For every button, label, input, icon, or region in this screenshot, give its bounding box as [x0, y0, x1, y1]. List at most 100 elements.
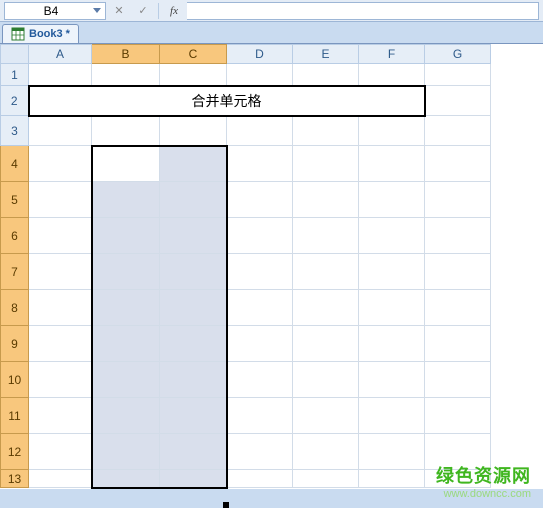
row-header-6[interactable]: 6: [1, 218, 29, 254]
cell-D12[interactable]: [227, 434, 293, 470]
cell-D9[interactable]: [227, 326, 293, 362]
cell-A13[interactable]: [29, 470, 92, 488]
cell-A10[interactable]: [29, 362, 92, 398]
row-header-7[interactable]: 7: [1, 254, 29, 290]
cell-B8[interactable]: [92, 290, 160, 326]
cell-D10[interactable]: [227, 362, 293, 398]
column-header-G[interactable]: G: [425, 45, 491, 64]
fill-handle[interactable]: [223, 502, 229, 508]
cell-C9[interactable]: [160, 326, 227, 362]
cell-G7[interactable]: [425, 254, 491, 290]
cell-A6[interactable]: [29, 218, 92, 254]
spreadsheet-grid[interactable]: ABCDEFG12合并单元格345678910111213: [0, 44, 543, 489]
cell-E6[interactable]: [293, 218, 359, 254]
name-box[interactable]: B4: [4, 2, 106, 20]
cell-F10[interactable]: [359, 362, 425, 398]
row-header-11[interactable]: 11: [1, 398, 29, 434]
cell-C1[interactable]: [160, 64, 227, 86]
cell-C8[interactable]: [160, 290, 227, 326]
cell-B7[interactable]: [92, 254, 160, 290]
cell-F1[interactable]: [359, 64, 425, 86]
cell-B13[interactable]: [92, 470, 160, 488]
cell-C3[interactable]: [160, 116, 227, 146]
column-header-F[interactable]: F: [359, 45, 425, 64]
cell-F5[interactable]: [359, 182, 425, 218]
cell-A12[interactable]: [29, 434, 92, 470]
cell-E4[interactable]: [293, 146, 359, 182]
cell-D13[interactable]: [227, 470, 293, 488]
cell-C5[interactable]: [160, 182, 227, 218]
cell-D8[interactable]: [227, 290, 293, 326]
cell-C12[interactable]: [160, 434, 227, 470]
cell-A3[interactable]: [29, 116, 92, 146]
cell-C11[interactable]: [160, 398, 227, 434]
row-header-3[interactable]: 3: [1, 116, 29, 146]
cell-C10[interactable]: [160, 362, 227, 398]
cell-D3[interactable]: [227, 116, 293, 146]
cell-C13[interactable]: [160, 470, 227, 488]
cell-G10[interactable]: [425, 362, 491, 398]
cell-D7[interactable]: [227, 254, 293, 290]
cell-D4[interactable]: [227, 146, 293, 182]
cell-F6[interactable]: [359, 218, 425, 254]
cell-F9[interactable]: [359, 326, 425, 362]
cell-G12[interactable]: [425, 434, 491, 470]
cell-F4[interactable]: [359, 146, 425, 182]
cell-F7[interactable]: [359, 254, 425, 290]
row-header-1[interactable]: 1: [1, 64, 29, 86]
cell-E5[interactable]: [293, 182, 359, 218]
column-header-B[interactable]: B: [92, 45, 160, 64]
select-all-corner[interactable]: [1, 45, 29, 64]
cell-G3[interactable]: [425, 116, 491, 146]
row-header-13[interactable]: 13: [1, 470, 29, 488]
cell-F11[interactable]: [359, 398, 425, 434]
row-header-12[interactable]: 12: [1, 434, 29, 470]
cell-D11[interactable]: [227, 398, 293, 434]
row-header-10[interactable]: 10: [1, 362, 29, 398]
cell-B9[interactable]: [92, 326, 160, 362]
cell-D1[interactable]: [227, 64, 293, 86]
column-header-D[interactable]: D: [227, 45, 293, 64]
cell-A7[interactable]: [29, 254, 92, 290]
cell-G1[interactable]: [425, 64, 491, 86]
cell-G13[interactable]: [425, 470, 491, 488]
row-header-2[interactable]: 2: [1, 86, 29, 116]
cell-A5[interactable]: [29, 182, 92, 218]
cell-A11[interactable]: [29, 398, 92, 434]
column-header-E[interactable]: E: [293, 45, 359, 64]
cell-F13[interactable]: [359, 470, 425, 488]
formula-input[interactable]: [187, 2, 539, 20]
cell-B10[interactable]: [92, 362, 160, 398]
cell-B6[interactable]: [92, 218, 160, 254]
cell-E13[interactable]: [293, 470, 359, 488]
column-header-C[interactable]: C: [160, 45, 227, 64]
cell-E1[interactable]: [293, 64, 359, 86]
cell-E10[interactable]: [293, 362, 359, 398]
cell-E7[interactable]: [293, 254, 359, 290]
cell-G8[interactable]: [425, 290, 491, 326]
row-header-8[interactable]: 8: [1, 290, 29, 326]
cell-G5[interactable]: [425, 182, 491, 218]
cell-G9[interactable]: [425, 326, 491, 362]
cell-B3[interactable]: [92, 116, 160, 146]
cell-B12[interactable]: [92, 434, 160, 470]
cell-E8[interactable]: [293, 290, 359, 326]
cell-G4[interactable]: [425, 146, 491, 182]
cell-G11[interactable]: [425, 398, 491, 434]
cell-F8[interactable]: [359, 290, 425, 326]
cell-D6[interactable]: [227, 218, 293, 254]
row-header-5[interactable]: 5: [1, 182, 29, 218]
cell-G6[interactable]: [425, 218, 491, 254]
cell-A1[interactable]: [29, 64, 92, 86]
row-header-9[interactable]: 9: [1, 326, 29, 362]
row-header-4[interactable]: 4: [1, 146, 29, 182]
merged-cell[interactable]: 合并单元格: [29, 86, 425, 116]
cell-D5[interactable]: [227, 182, 293, 218]
chevron-down-icon[interactable]: [93, 8, 101, 13]
cell-E9[interactable]: [293, 326, 359, 362]
cell-A8[interactable]: [29, 290, 92, 326]
workbook-tab-active[interactable]: Book3 *: [2, 24, 79, 43]
cell-E11[interactable]: [293, 398, 359, 434]
cell-B11[interactable]: [92, 398, 160, 434]
fx-icon[interactable]: fx: [163, 2, 185, 20]
